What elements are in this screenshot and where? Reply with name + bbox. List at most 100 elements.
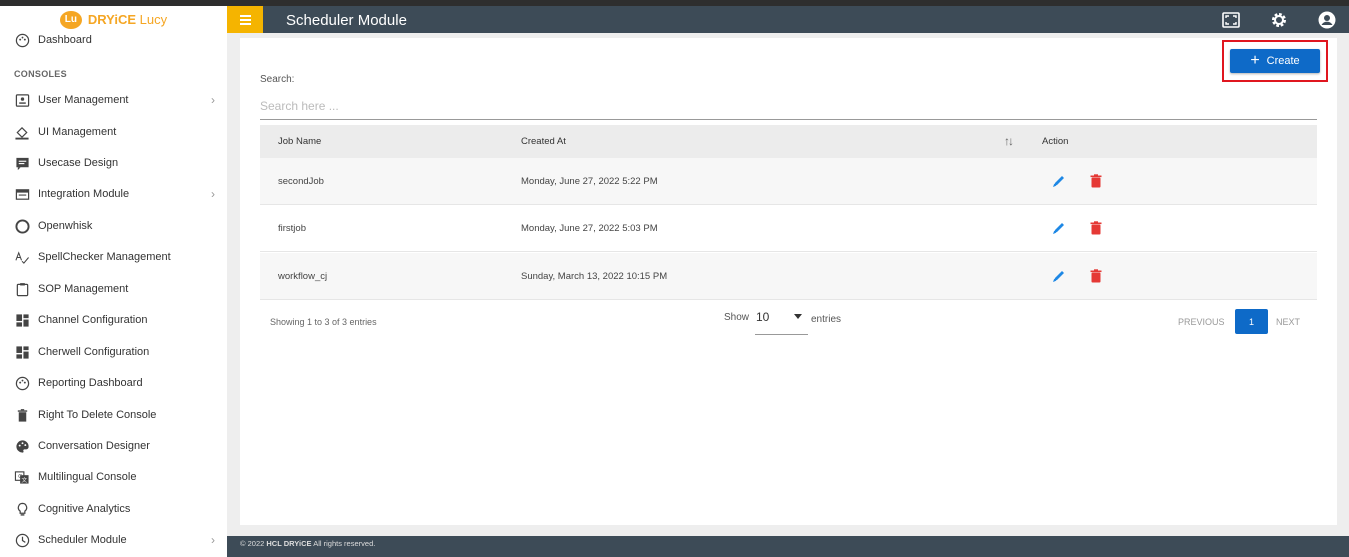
page-1-button[interactable]: 1 <box>1235 309 1268 334</box>
created-at-cell: Monday, June 27, 2022 5:03 PM <box>521 223 658 234</box>
sidebar-item-conversation-designer[interactable]: Conversation Designer <box>0 431 227 461</box>
sidebar-item-label: Cognitive Analytics <box>38 503 131 515</box>
paint-bucket-icon <box>14 124 30 140</box>
sidebar-item-label: SOP Management <box>38 283 129 295</box>
svg-text:文: 文 <box>22 476 28 484</box>
sidebar-item-multilingual-console[interactable]: 文 G Multilingual Console <box>0 462 227 492</box>
sidebar-item-spellchecker-management[interactable]: SpellChecker Management <box>0 242 227 272</box>
page-size-select[interactable]: 10 <box>755 310 808 335</box>
page-title: Scheduler Module <box>286 12 407 29</box>
spellcheck-icon <box>14 249 30 265</box>
dropdown-caret-icon <box>794 314 802 319</box>
sidebar-item-dashboard[interactable]: Dashboard <box>0 25 227 55</box>
sidebar-item-label: Openwhisk <box>38 220 93 232</box>
created-at-cell: Monday, June 27, 2022 5:22 PM <box>521 176 658 187</box>
sort-icon[interactable]: ↑↓ <box>1004 134 1014 148</box>
dashboard-tiles-icon <box>14 312 30 328</box>
hamburger-line <box>239 22 251 25</box>
sidebar-item-label: Cherwell Configuration <box>38 346 150 358</box>
fullscreen-icon[interactable] <box>1222 11 1240 29</box>
sidebar-item-label: Channel Configuration <box>38 314 148 326</box>
table-row: workflow_cj Sunday, March 13, 2022 10:15… <box>260 253 1317 300</box>
job-name-cell: firstjob <box>278 223 306 234</box>
create-button-label: Create <box>1266 55 1300 67</box>
table-header: Job Name Created At ↑↓ Action <box>260 125 1317 158</box>
page-size-value: 10 <box>756 310 770 324</box>
clock-icon <box>14 532 30 548</box>
sidebar-item-label: UI Management <box>38 126 117 138</box>
svg-text:G: G <box>18 473 22 479</box>
sidebar: Lu DRYiCE Lucy Dashboard CONSOLES User Man… <box>0 6 227 557</box>
account-box-icon <box>14 92 30 108</box>
palette-icon <box>14 375 30 391</box>
chevron-right-icon: › <box>211 187 215 201</box>
lightbulb-icon <box>14 501 30 517</box>
trash-icon <box>14 407 30 423</box>
sidebar-item-cherwell-configuration[interactable]: Cherwell Configuration <box>0 337 227 367</box>
settings-gear-icon[interactable] <box>1270 11 1288 29</box>
sidebar-item-label: Integration Module <box>38 188 130 200</box>
delete-trash-icon[interactable] <box>1088 268 1104 284</box>
sidebar-item-label: Usecase Design <box>38 157 119 169</box>
top-header: Scheduler Module <box>227 6 1349 33</box>
show-label: Show <box>724 312 750 323</box>
created-at-cell: Sunday, March 13, 2022 10:15 PM <box>521 271 668 282</box>
next-page-button[interactable]: NEXT <box>1276 317 1300 327</box>
palette-filled-icon <box>14 438 30 454</box>
job-name-cell: secondJob <box>278 176 324 187</box>
account-circle-icon[interactable] <box>1318 11 1336 29</box>
previous-page-button[interactable]: PREVIOUS <box>1178 317 1225 327</box>
entries-label: entries <box>811 314 842 325</box>
footer-copyright-year: © 2022 <box>240 539 265 548</box>
sidebar-item-cognitive-analytics[interactable]: Cognitive Analytics <box>0 494 227 524</box>
column-header-created-at[interactable]: Created At <box>521 136 566 147</box>
footer-rights: All rights reserved. <box>313 539 376 548</box>
sidebar-item-scheduler-module[interactable]: Scheduler Module › <box>0 525 227 555</box>
sidebar-item-label: Right To Delete Console <box>38 409 157 421</box>
footer-brand: HCL DRYiCE <box>266 539 312 548</box>
sidebar-section-label: CONSOLES <box>14 69 67 79</box>
search-label: Search: <box>260 74 295 85</box>
message-box-icon <box>14 155 30 171</box>
delete-trash-icon[interactable] <box>1088 220 1104 236</box>
sidebar-item-label: SpellChecker Management <box>38 251 171 263</box>
job-name-cell: workflow_cj <box>278 271 328 282</box>
menu-toggle-button[interactable] <box>227 6 263 33</box>
table-row: firstjob Monday, June 27, 2022 5:03 PM <box>260 205 1317 252</box>
sidebar-item-label: Multilingual Console <box>38 471 137 483</box>
create-button[interactable]: + Create <box>1230 49 1320 73</box>
sidebar-item-integration-module[interactable]: Integration Module › <box>0 179 227 209</box>
sidebar-item-label: User Management <box>38 94 129 106</box>
dashboard-tiles-icon <box>14 344 30 360</box>
sidebar-item-label: Scheduler Module <box>38 534 127 546</box>
hamburger-line <box>239 14 251 17</box>
footer: © 2022 HCL DRYiCE All rights reserved. <box>227 536 1349 557</box>
sidebar-item-user-management[interactable]: User Management › <box>0 85 227 115</box>
column-header-action: Action <box>1042 136 1069 147</box>
translate-icon: 文G <box>14 469 30 485</box>
chevron-right-icon: › <box>211 93 215 107</box>
palette-icon <box>14 32 30 48</box>
edit-pencil-icon[interactable] <box>1051 268 1067 284</box>
chevron-right-icon: › <box>211 533 215 547</box>
delete-trash-icon[interactable] <box>1088 173 1104 189</box>
sidebar-item-label: Dashboard <box>38 34 92 46</box>
search-input[interactable] <box>260 92 1317 120</box>
column-header-job-name[interactable]: Job Name <box>278 136 321 147</box>
sidebar-item-usecase-design[interactable]: Usecase Design <box>0 148 227 178</box>
sidebar-item-openwhisk[interactable]: Openwhisk <box>0 211 227 241</box>
sidebar-item-channel-configuration[interactable]: Channel Configuration <box>0 305 227 335</box>
showing-entries-text: Showing 1 to 3 of 3 entries <box>270 317 377 327</box>
sidebar-item-sop-management[interactable]: SOP Management <box>0 274 227 304</box>
hamburger-line <box>239 18 251 21</box>
cloud-circle-icon <box>14 218 30 234</box>
clipboard-icon <box>14 281 30 297</box>
edit-pencil-icon[interactable] <box>1051 220 1067 236</box>
sidebar-item-reporting-dashboard[interactable]: Reporting Dashboard <box>0 368 227 398</box>
footer-copyright: © 2022 HCL DRYiCE All rights reserved. <box>240 539 375 548</box>
sidebar-item-ui-management[interactable]: UI Management <box>0 117 227 147</box>
sidebar-item-right-to-delete-console[interactable]: Right To Delete Console <box>0 400 227 430</box>
edit-pencil-icon[interactable] <box>1051 173 1067 189</box>
plus-icon: + <box>1250 52 1260 69</box>
web-window-icon <box>14 186 30 202</box>
